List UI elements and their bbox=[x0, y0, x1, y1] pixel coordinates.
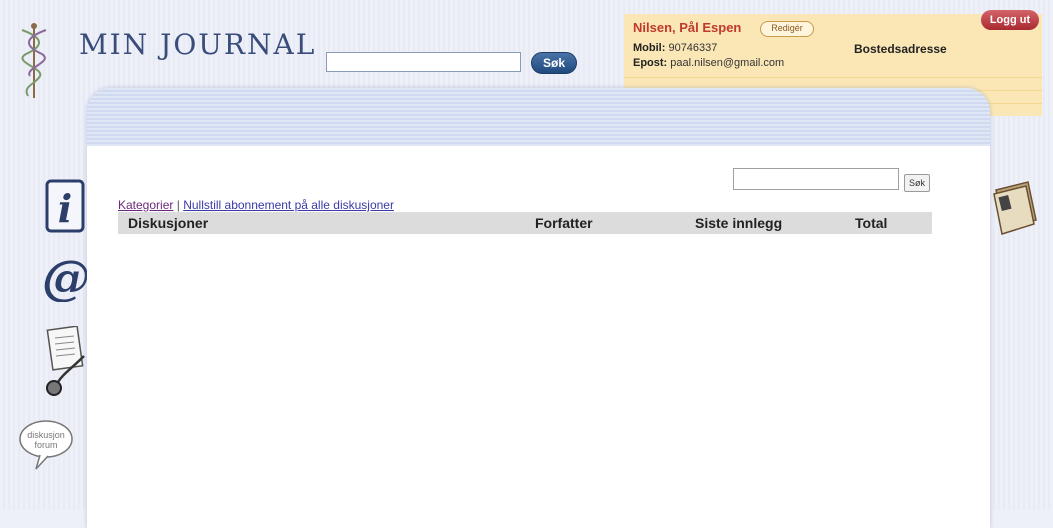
link-separator: | bbox=[176, 198, 180, 212]
categories-link[interactable]: Kategorier bbox=[118, 198, 173, 212]
column-header-author[interactable]: Forfatter bbox=[535, 215, 593, 231]
discussion-forum-icon[interactable]: diskusjon forum bbox=[18, 419, 76, 471]
edit-profile-button[interactable]: Redigér bbox=[760, 21, 814, 37]
journal-book-icon[interactable] bbox=[990, 176, 1038, 238]
mobile-row: Mobil: 90746337 bbox=[633, 42, 717, 54]
email-label: Epost: bbox=[633, 57, 668, 69]
forum-links: Kategorier | Nullstill abonnement på all… bbox=[118, 198, 394, 212]
info-icon[interactable]: i bbox=[44, 178, 86, 234]
column-header-discussions[interactable]: Diskusjoner bbox=[128, 215, 208, 231]
search-input[interactable] bbox=[326, 52, 521, 72]
app-title: MIN JOURNAL bbox=[79, 28, 317, 61]
panel-header bbox=[87, 88, 990, 146]
search-button[interactable]: Søk bbox=[531, 52, 577, 74]
forum-label-line2: forum bbox=[34, 440, 58, 450]
forum-search-button[interactable]: Søk bbox=[904, 174, 930, 192]
email-at-icon[interactable]: @ bbox=[44, 250, 88, 302]
email-row: Epost: paal.nilsen@gmail.com bbox=[633, 57, 784, 69]
logout-button[interactable]: Logg ut bbox=[981, 10, 1039, 30]
forum-search-input[interactable] bbox=[733, 168, 899, 190]
main-content-panel: Søk Kategorier | Nullstill abonnement på… bbox=[87, 88, 990, 528]
column-header-last-post[interactable]: Siste innlegg bbox=[695, 215, 782, 231]
reset-subscriptions-link[interactable]: Nullstill abonnement på alle diskusjoner bbox=[183, 198, 394, 212]
column-header-total[interactable]: Total bbox=[855, 215, 887, 231]
svg-text:@: @ bbox=[44, 250, 88, 302]
svg-text:i: i bbox=[58, 186, 72, 231]
user-name: Nilsen, Pål Espen bbox=[633, 20, 742, 35]
mobile-value: 90746337 bbox=[668, 42, 718, 54]
mobile-label: Mobil: bbox=[633, 42, 666, 54]
email-value: paal.nilsen@gmail.com bbox=[670, 57, 785, 69]
medical-record-stethoscope-icon[interactable] bbox=[40, 326, 88, 398]
address-label: Bostedsadresse bbox=[854, 42, 947, 56]
caduceus-logo-icon bbox=[21, 23, 47, 98]
discussions-table-header: Diskusjoner Forfatter Siste innlegg Tota… bbox=[118, 212, 932, 234]
forum-label-line1: diskusjon bbox=[27, 430, 65, 440]
